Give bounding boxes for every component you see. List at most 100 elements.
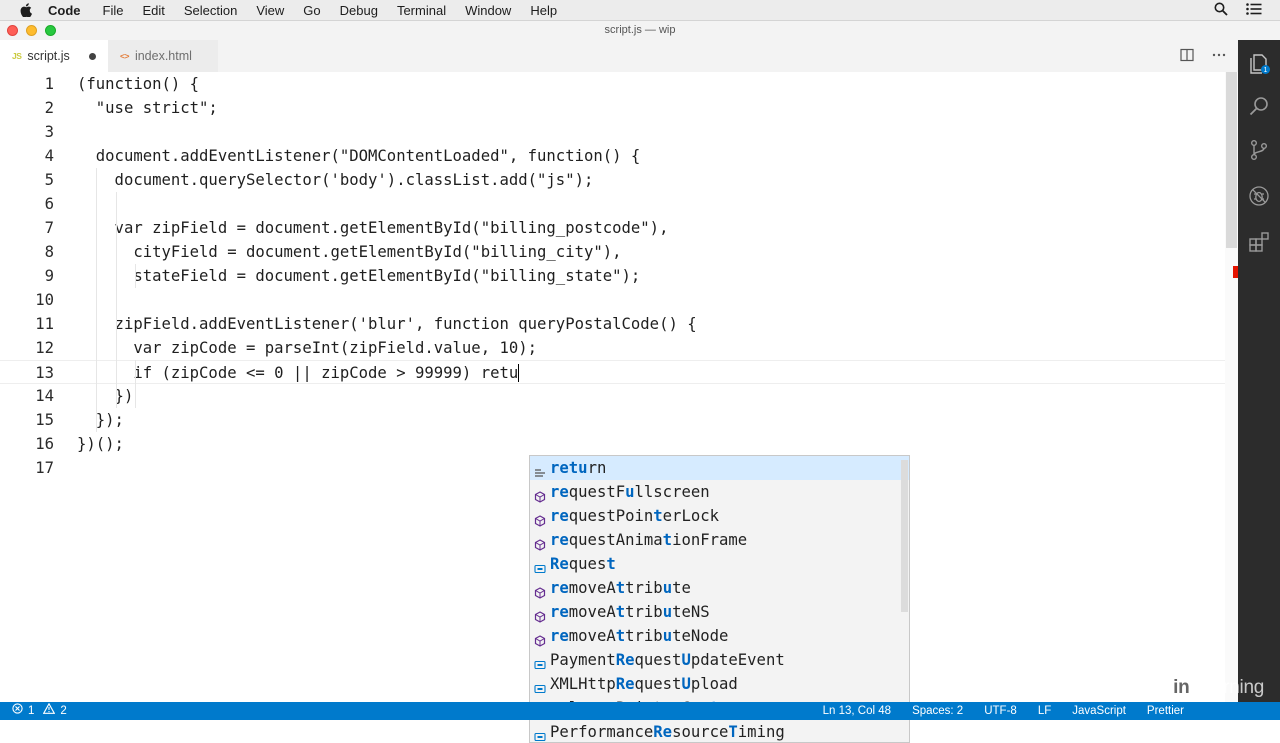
code-text[interactable]: (function() { — [77, 72, 199, 96]
suggestion-item[interactable]: removeAttributeNode — [530, 624, 909, 648]
scrollbar-thumb[interactable] — [1226, 72, 1237, 248]
line-number: 3 — [44, 123, 54, 141]
menu-edit[interactable]: Edit — [142, 3, 164, 18]
suggestion-label: removeAttributeNS — [550, 603, 710, 621]
indentation[interactable]: Spaces: 2 — [912, 702, 963, 720]
menu-selection[interactable]: Selection — [184, 3, 237, 18]
code-line[interactable]: 2 "use strict"; — [0, 96, 1225, 120]
code-line[interactable]: 7 var zipField = document.getElementById… — [0, 216, 1225, 240]
code-line[interactable]: 3 — [0, 120, 1225, 144]
code-line[interactable]: 12 var zipCode = parseInt(zipField.value… — [0, 336, 1225, 360]
search-icon[interactable] — [1247, 94, 1271, 118]
warning-icon — [43, 702, 56, 720]
code-line[interactable]: 4 document.addEventListener("DOMContentL… — [0, 144, 1225, 168]
explorer-icon[interactable]: 1 — [1247, 52, 1271, 76]
code-text[interactable]: })(); — [77, 432, 124, 456]
language-mode[interactable]: JavaScript — [1072, 702, 1126, 720]
extensions-icon[interactable] — [1247, 230, 1271, 254]
line-number: 7 — [44, 219, 54, 237]
suggestion-item[interactable]: removeAttributeNS — [530, 600, 909, 624]
split-editor-icon[interactable] — [1180, 48, 1194, 67]
line-number: 14 — [35, 387, 54, 405]
code-text[interactable]: document.addEventListener("DOMContentLoa… — [77, 144, 641, 168]
suggest-widget[interactable]: return requestFullscreen requestPointerLoc… — [529, 455, 910, 743]
code-line[interactable]: 13 if (zipCode <= 0 || zipCode > 99999) … — [0, 360, 1225, 384]
code-line[interactable]: 14 }) — [0, 384, 1225, 408]
more-actions-icon[interactable] — [1212, 48, 1226, 67]
indent-guide — [135, 360, 136, 408]
code-editor[interactable]: 1 (function() {2 "use strict"; 3 4 document… — [0, 72, 1238, 743]
code-line[interactable]: 10 — [0, 288, 1225, 312]
code-text[interactable]: "use strict"; — [77, 96, 218, 120]
code-line[interactable]: 5 document.querySelector('body').classLi… — [0, 168, 1225, 192]
variable-icon — [534, 726, 546, 742]
javascript-file-icon: JS — [12, 51, 22, 61]
suggest-scrollbar-thumb[interactable] — [901, 460, 908, 612]
cursor-position[interactable]: Ln 13, Col 48 — [823, 702, 891, 720]
indent-guide — [96, 168, 97, 432]
source-control-icon[interactable] — [1247, 138, 1271, 162]
code-text[interactable]: var zipField = document.getElementById("… — [77, 216, 669, 240]
line-number: 17 — [35, 459, 54, 477]
activity-bar: 1 — [1238, 40, 1280, 702]
code-line[interactable]: 11 zipField.addEventListener('blur', fun… — [0, 312, 1225, 336]
suggestion-item[interactable]: XMLHttpRequestUpload — [530, 672, 909, 696]
suggestion-item[interactable]: PaymentRequestUpdateEvent — [530, 648, 909, 672]
window-title-bar: script.js — wip — [0, 21, 1280, 40]
suggestion-item[interactable]: Request — [530, 552, 909, 576]
apple-icon[interactable] — [20, 3, 32, 17]
menu-app-name[interactable]: Code — [48, 3, 81, 18]
problems-indicator[interactable]: 1 2 — [12, 702, 67, 720]
end-of-line[interactable]: LF — [1038, 702, 1051, 720]
formatter[interactable]: Prettier — [1147, 702, 1184, 720]
menu-window[interactable]: Window — [465, 3, 511, 18]
menu-terminal[interactable]: Terminal — [397, 3, 446, 18]
code-text[interactable]: stateField = document.getElementById("bi… — [77, 264, 640, 288]
close-window-button[interactable] — [7, 25, 18, 36]
suggestion-label: requestAnimationFrame — [550, 531, 748, 549]
unsaved-changes-dot-icon[interactable] — [89, 53, 96, 60]
code-text[interactable]: zipField.addEventListener('blur', functi… — [77, 312, 697, 336]
code-line[interactable]: 9 stateField = document.getElementById("… — [0, 264, 1225, 288]
suggestion-label: requestFullscreen — [550, 483, 710, 501]
suggest-scrollbar[interactable] — [900, 456, 909, 742]
code-text[interactable]: }) — [77, 384, 134, 408]
editor-scrollbar[interactable] — [1225, 72, 1238, 702]
menu-go[interactable]: Go — [303, 3, 320, 18]
zoom-window-button[interactable] — [45, 25, 56, 36]
keyword-icon — [534, 462, 546, 477]
spotlight-search-icon[interactable] — [1214, 2, 1228, 19]
code-text[interactable]: document.querySelector('body').classList… — [77, 168, 594, 192]
code-text[interactable]: }); — [77, 408, 124, 432]
indent-guide — [135, 264, 136, 288]
menu-file[interactable]: File — [103, 3, 124, 18]
code-line[interactable]: 16})(); — [0, 432, 1225, 456]
suggestion-item[interactable]: PerformanceResourceTiming — [530, 720, 909, 742]
suggestion-item[interactable]: requestAnimationFrame — [530, 528, 909, 552]
error-icon — [12, 702, 23, 720]
debug-icon[interactable] — [1247, 184, 1271, 208]
menu-view[interactable]: View — [256, 3, 284, 18]
code-line[interactable]: 8 cityField = document.getElementById("b… — [0, 240, 1225, 264]
editor-tab-bar: JS script.js <> index.html — [0, 40, 1238, 72]
code-text[interactable]: if (zipCode <= 0 || zipCode > 99999) ret… — [77, 361, 518, 385]
tab-script-js[interactable]: JS script.js — [0, 40, 108, 72]
suggestion-item[interactable]: removeAttribute — [530, 576, 909, 600]
line-number: 11 — [35, 315, 54, 333]
method-icon — [534, 534, 546, 551]
menu-help[interactable]: Help — [530, 3, 557, 18]
suggestion-item[interactable]: requestFullscreen — [530, 480, 909, 504]
code-line[interactable]: 1 (function() { — [0, 72, 1225, 96]
menu-debug[interactable]: Debug — [340, 3, 378, 18]
notification-center-icon[interactable] — [1246, 3, 1262, 18]
suggestion-label: requestPointerLock — [550, 507, 720, 525]
code-line[interactable]: 6 — [0, 192, 1225, 216]
code-line[interactable]: 15 }); — [0, 408, 1225, 432]
suggestion-item[interactable]: return — [530, 456, 909, 480]
encoding[interactable]: UTF-8 — [984, 702, 1017, 720]
code-text[interactable]: cityField = document.getElementById("bil… — [77, 240, 621, 264]
suggestion-item[interactable]: requestPointerLock — [530, 504, 909, 528]
tab-index-html[interactable]: <> index.html — [108, 40, 218, 72]
minimize-window-button[interactable] — [26, 25, 37, 36]
code-text[interactable]: var zipCode = parseInt(zipField.value, 1… — [77, 336, 537, 360]
